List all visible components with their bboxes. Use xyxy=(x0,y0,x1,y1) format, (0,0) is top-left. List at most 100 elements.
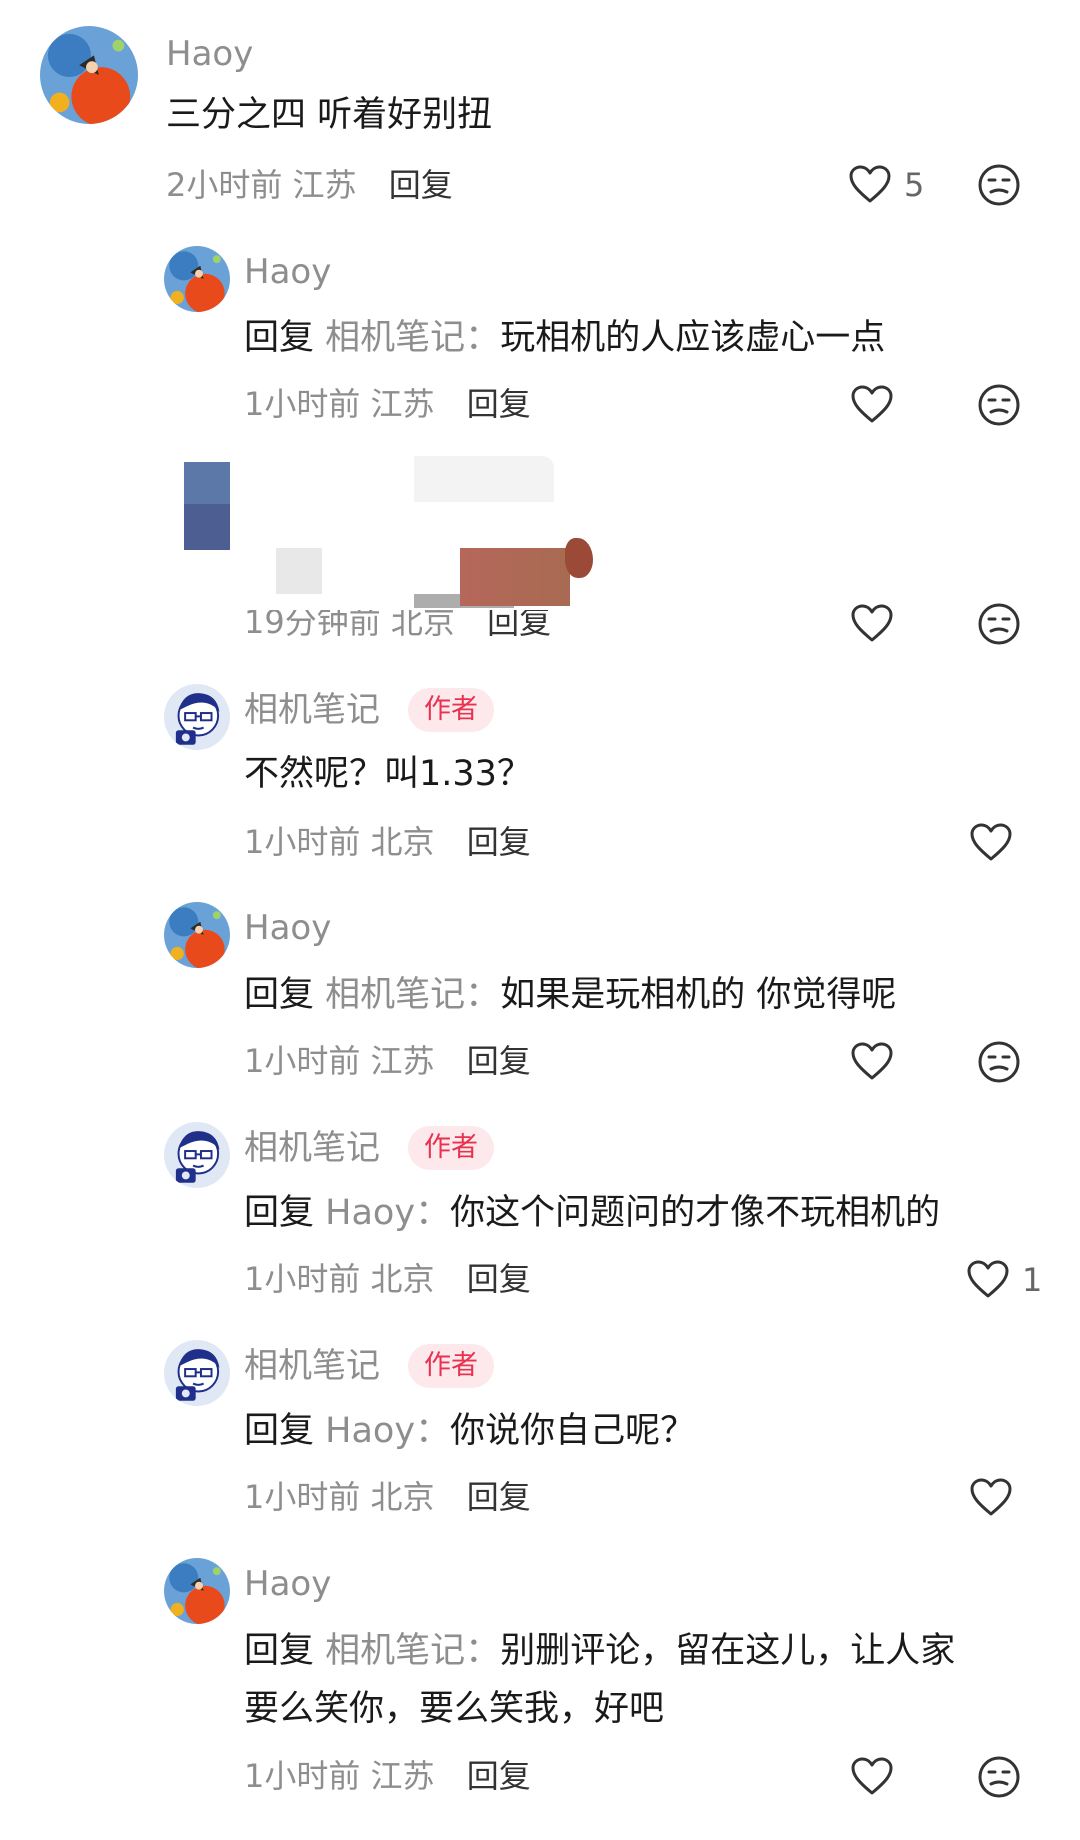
reply-target[interactable]: 相机笔记 xyxy=(325,1631,465,1671)
comment-meta: 1小时前 北京 回复 xyxy=(244,822,531,862)
reply-text: 回复 相机笔记：别删评论，留在这儿，让人家 要么笑你，要么笑我，好吧 xyxy=(244,1622,1034,1738)
like-button[interactable]: 1 xyxy=(966,1258,1042,1302)
heart-icon xyxy=(969,821,1013,865)
comment-location: 北京 xyxy=(370,1260,435,1298)
reply-body: 玩相机的人应该虚心一点 xyxy=(500,318,886,358)
reply-prefix: 回复 xyxy=(244,1193,315,1233)
avatar-image xyxy=(164,902,230,968)
comment-meta: 1小时前 江苏 回复 xyxy=(244,1756,531,1796)
comment-time: 1小时前 xyxy=(244,1042,361,1080)
comment-location: 北京 xyxy=(390,603,455,641)
reply-body-line1: 别删评论，留在这儿，让人家 xyxy=(500,1631,956,1671)
comment-meta: 19分钟前 北京 回复 xyxy=(244,603,551,642)
meh-face-icon xyxy=(977,602,1021,646)
reply-body: 如果是玩相机的 你觉得呢 xyxy=(500,975,897,1015)
meh-face-icon xyxy=(977,1040,1021,1084)
avatar-image xyxy=(164,246,230,312)
reply-button[interactable]: 回复 xyxy=(467,1260,531,1298)
reply-target[interactable]: 相机笔记 xyxy=(325,975,465,1015)
avatar[interactable] xyxy=(164,1340,230,1406)
username[interactable]: 相机笔记 xyxy=(244,690,380,730)
comment-location: 北京 xyxy=(370,1478,435,1516)
blurred-emoji xyxy=(565,538,593,578)
avatar[interactable] xyxy=(164,902,230,968)
avatar[interactable] xyxy=(164,246,230,312)
comment-time: 1小时前 xyxy=(244,823,361,861)
heart-icon xyxy=(969,1476,1013,1520)
avatar[interactable] xyxy=(164,1558,230,1624)
dislike-button[interactable] xyxy=(977,602,1021,646)
meh-face-icon xyxy=(977,383,1021,427)
reply-button[interactable]: 回复 xyxy=(487,610,551,641)
colon: ： xyxy=(415,1193,451,1233)
like-button[interactable] xyxy=(969,821,1013,865)
comment-time: 2小时前 xyxy=(166,166,283,204)
meh-face-icon xyxy=(977,1755,1021,1799)
like-button[interactable] xyxy=(850,383,894,427)
heart-icon xyxy=(850,602,894,646)
reply-text: 回复 相机笔记：如果是玩相机的 你觉得呢 xyxy=(244,966,1034,1024)
username[interactable]: Haoy xyxy=(244,252,331,292)
blurred-block xyxy=(184,504,230,550)
colon: ： xyxy=(465,975,501,1015)
reply-button[interactable]: 回复 xyxy=(467,385,531,423)
heart-icon xyxy=(850,1755,894,1799)
reply-target[interactable]: 相机笔记 xyxy=(325,318,465,358)
heart-icon xyxy=(966,1258,1010,1302)
colon: ： xyxy=(415,1411,451,1451)
like-button[interactable] xyxy=(969,1476,1013,1520)
dislike-button[interactable] xyxy=(977,383,1021,427)
like-count: 1 xyxy=(1022,1261,1043,1299)
colon: ： xyxy=(465,1631,501,1671)
avatar-image xyxy=(164,1122,230,1188)
reply-text: 回复 Haoy：你说你自己呢？ xyxy=(244,1402,1034,1460)
comment-meta: 2小时前 江苏 回复 xyxy=(166,165,453,205)
username[interactable]: Haoy xyxy=(244,1564,331,1604)
author-badge: 作者 xyxy=(408,1344,494,1388)
reply-body-line2: 要么笑你，要么笑我，好吧 xyxy=(244,1689,665,1729)
reply-prefix: 回复 xyxy=(244,318,315,358)
avatar[interactable] xyxy=(164,684,230,750)
meh-face-icon xyxy=(977,163,1021,207)
username[interactable]: 相机笔记 xyxy=(244,1128,380,1168)
like-button[interactable]: 5 xyxy=(848,163,924,207)
comment-time: 19分钟前 xyxy=(244,603,381,641)
heart-icon xyxy=(850,1040,894,1084)
avatar[interactable] xyxy=(164,1122,230,1188)
dislike-button[interactable] xyxy=(977,1040,1021,1084)
comment-meta: 1小时前 北京 回复 xyxy=(244,1259,531,1299)
comment-location: 江苏 xyxy=(370,1757,435,1795)
comment-time: 1小时前 xyxy=(244,385,361,423)
avatar-image xyxy=(40,26,138,124)
reply-button[interactable]: 回复 xyxy=(467,1042,531,1080)
comment-location: 江苏 xyxy=(370,385,435,423)
comment-meta: 1小时前 江苏 回复 xyxy=(244,1041,531,1081)
reply-button[interactable]: 回复 xyxy=(467,1478,531,1516)
reply-body: 你说你自己呢？ xyxy=(450,1411,696,1451)
username[interactable]: Haoy xyxy=(244,908,331,948)
like-button[interactable] xyxy=(850,1040,894,1084)
reply-prefix: 回复 xyxy=(244,1411,315,1451)
like-button[interactable] xyxy=(850,602,894,646)
reply-target[interactable]: Haoy xyxy=(325,1193,415,1233)
username[interactable]: Haoy xyxy=(166,34,253,74)
avatar-image xyxy=(164,1558,230,1624)
username[interactable]: 相机笔记 xyxy=(244,1346,380,1386)
reply-button[interactable]: 回复 xyxy=(467,1757,531,1795)
author-badge: 作者 xyxy=(408,1126,494,1170)
reply-button[interactable]: 回复 xyxy=(389,166,453,204)
colon: ： xyxy=(465,318,501,358)
reply-button[interactable]: 回复 xyxy=(467,823,531,861)
dislike-button[interactable] xyxy=(977,1755,1021,1799)
like-button[interactable] xyxy=(850,1755,894,1799)
reply-body: 你这个问题问的才像不玩相机的 xyxy=(450,1193,941,1233)
avatar[interactable] xyxy=(40,26,138,124)
reply-text: 回复 相机笔记：玩相机的人应该虚心一点 xyxy=(244,309,1034,367)
heart-icon xyxy=(850,383,894,427)
heart-icon xyxy=(848,163,892,207)
dislike-button[interactable] xyxy=(977,163,1021,207)
reply-target[interactable]: Haoy xyxy=(325,1411,415,1451)
comment-time: 1小时前 xyxy=(244,1260,361,1298)
avatar-image xyxy=(164,684,230,750)
comment-location: 江苏 xyxy=(292,166,357,204)
